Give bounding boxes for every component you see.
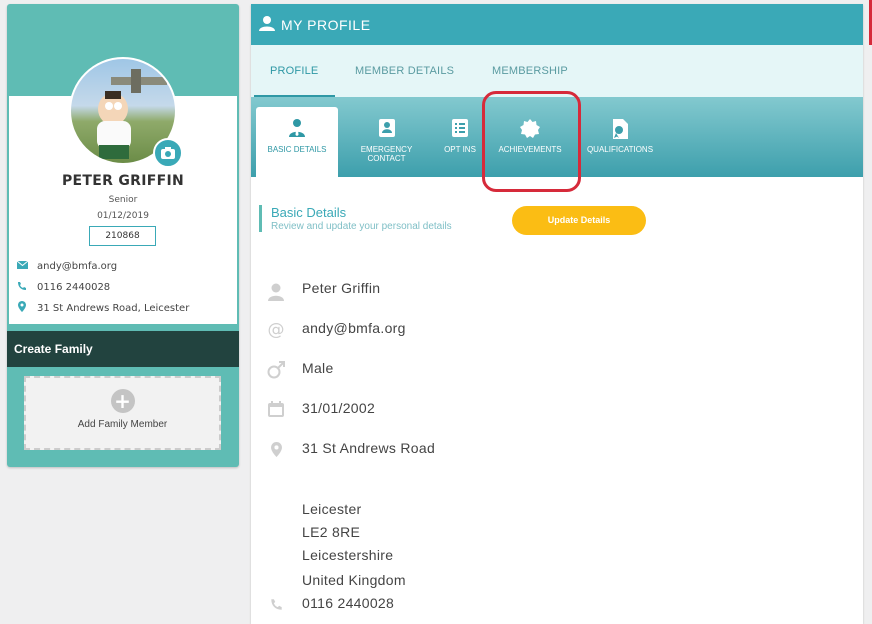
top-tab-bar: PROFILE MEMBER DETAILS MEMBERSHIP [251,45,863,97]
detail-gender: Male [302,360,334,376]
detail-postcode: LE2 8RE [302,524,361,540]
detail-email: andy@bmfa.org [302,320,406,336]
contact-address-text: 31 St Andrews Road, Leicester [37,302,190,314]
detail-full-name: Peter Griffin [302,280,381,296]
contact-phone-text: 0116 2440028 [37,282,111,293]
detail-dob: 31/01/2002 [302,400,376,416]
profile-card: PETER GRIFFIN Senior 01/12/2019 210868 a… [7,4,239,467]
section-title: Basic Details [271,205,347,220]
contact-phone: 0116 2440028 [16,281,110,294]
profile-date: 01/12/2019 [97,211,149,221]
contact-address: 31 St Andrews Road, Leicester [16,301,189,315]
at-sign-icon: @ [267,320,285,340]
profile-name: PETER GRIFFIN [61,173,185,189]
contact-email-text: andy@bmfa.org [37,261,118,272]
detail-country: United Kingdom [302,572,406,588]
envelope-icon [16,260,28,272]
subtab-emergency-contact-label: EMERGENCY CONTACT [360,145,413,163]
tab-membership[interactable]: MEMBERSHIP [492,45,568,97]
subtab-emergency-contact[interactable]: EMERGENCY CONTACT [344,107,429,177]
subtab-qualifications-label: QUALIFICATIONS [586,145,654,154]
plus-icon: + [110,389,135,413]
detail-phone: 0116 2440028 [302,595,395,611]
phone-handset-icon [267,597,285,616]
section-header: Basic Details Review and update your per… [259,205,452,232]
contact-card-icon [344,119,429,139]
checklist-icon [435,119,485,139]
contact-email: andy@bmfa.org [16,260,118,272]
section-subtitle: Review and update your personal details [271,221,452,232]
add-family-member-label: Add Family Member [77,419,168,430]
add-family-member-button[interactable]: + Add Family Member [24,376,221,450]
main-panel: MY PROFILE PROFILE MEMBER DETAILS MEMBER… [251,4,863,624]
calendar-icon [267,401,285,421]
location-pin-icon [267,442,285,461]
map-pin-icon [16,301,28,315]
create-family-button[interactable]: Create Family [7,331,239,367]
camera-icon[interactable] [153,138,183,168]
member-id-badge: 210868 [89,226,156,246]
user-tie-icon [256,119,338,139]
subtab-opt-ins[interactable]: OPT INS [435,107,485,177]
person-icon [267,283,285,305]
page-header: MY PROFILE [251,4,863,45]
page-title: MY PROFILE [281,16,371,33]
certificate-icon [577,119,663,139]
subtab-basic-details[interactable]: BASIC DETAILS [256,107,338,177]
user-icon [259,15,275,35]
detail-address-line1: 31 St Andrews Road [302,440,436,456]
phone-icon [16,281,28,294]
achievements-highlight-box [482,91,581,192]
male-symbol-icon [267,361,285,383]
tab-member-details[interactable]: MEMBER DETAILS [355,45,454,97]
membership-level: Senior [108,195,138,205]
subtab-basic-details-label: BASIC DETAILS [267,145,327,154]
update-details-button[interactable]: Update Details [512,206,646,235]
subtab-qualifications[interactable]: QUALIFICATIONS [577,107,663,177]
subtab-opt-ins-label: OPT INS [444,145,476,154]
detail-county: Leicestershire [302,547,394,563]
detail-city: Leicester [302,501,362,517]
tab-profile[interactable]: PROFILE [254,45,335,97]
